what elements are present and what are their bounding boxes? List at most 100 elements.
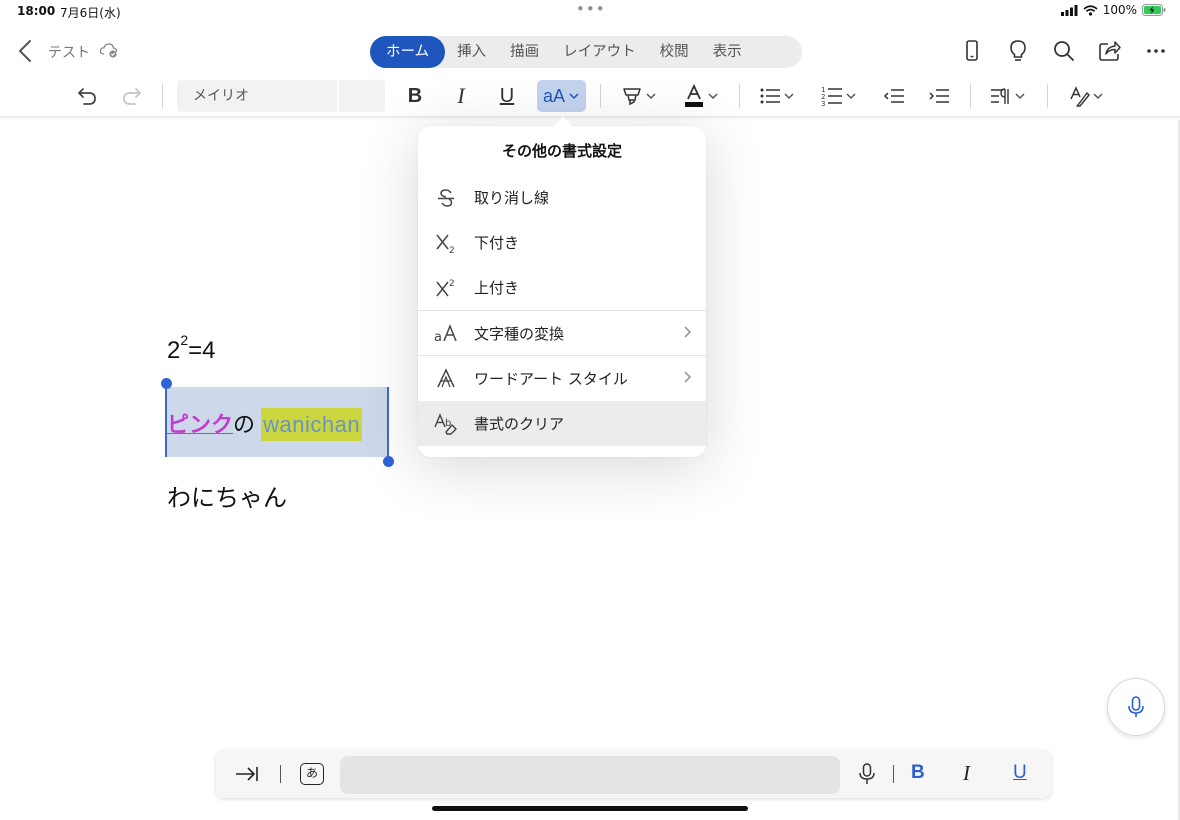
paragraph-text[interactable]: わにちゃん [167, 478, 287, 513]
chevron-right-icon [684, 326, 692, 338]
bullets-button[interactable] [756, 79, 798, 113]
menu-item-label: 書式のクリア [474, 415, 565, 433]
ime-toggle-button[interactable]: あ [300, 763, 324, 785]
highlight-color-button[interactable] [618, 79, 660, 113]
underline-button[interactable]: U [492, 79, 522, 113]
tab-layout[interactable]: レイアウト [551, 36, 648, 68]
search-icon[interactable] [1051, 38, 1077, 64]
selection-end-handle[interactable] [383, 456, 394, 467]
redo-button[interactable] [117, 79, 147, 113]
lightbulb-icon[interactable] [1005, 38, 1031, 64]
pink-text-run: ピンク [167, 412, 234, 437]
cloud-saved-icon[interactable] [99, 41, 119, 59]
bold-icon: B [407, 84, 423, 107]
dictation-button[interactable] [858, 763, 876, 789]
microphone-icon [859, 763, 875, 784]
tab-view[interactable]: 表示 [701, 36, 754, 68]
underline-shortcut-button[interactable]: U [1013, 762, 1027, 784]
more-formatting-button[interactable]: aA [537, 80, 586, 112]
chevron-down-icon [846, 93, 856, 100]
font-color-button[interactable] [680, 79, 722, 113]
more-formatting-popover: その他の書式設定 取り消し線 2 下付き 2 上付き a 文字種の変換 ワードア… [418, 126, 706, 457]
paragraph-selected[interactable]: ピンクの wanichan [167, 407, 363, 441]
ribbon-divider [739, 84, 740, 108]
tab-draw[interactable]: 描画 [498, 36, 551, 68]
tab-insert[interactable]: 挿入 [445, 36, 498, 68]
decrease-indent-button[interactable] [879, 79, 909, 113]
status-right: 100% [1060, 3, 1166, 17]
menu-item-label: 下付き [474, 234, 520, 252]
svg-text:3: 3 [821, 100, 825, 107]
ribbon-divider [600, 84, 601, 108]
multitasking-dots-icon[interactable]: ••• [576, 0, 606, 18]
microphone-icon [1128, 696, 1144, 717]
numbered-list-icon: 123 [821, 86, 842, 107]
font-name-field[interactable]: メイリオ [177, 80, 337, 112]
styles-button[interactable] [1065, 79, 1107, 113]
undo-icon [78, 88, 96, 105]
font-size-field[interactable] [339, 80, 385, 112]
chevron-down-icon [1093, 93, 1103, 100]
menu-item-label: ワードアート スタイル [474, 370, 628, 388]
menu-item-label: 文字種の変換 [474, 325, 565, 343]
bold-shortcut-button[interactable]: B [911, 762, 925, 784]
share-icon[interactable] [1097, 38, 1123, 64]
selection-start-handle[interactable] [161, 378, 172, 389]
status-bar: 18:00 7月6日(水) ••• 100% [0, 0, 1180, 24]
paragraph-format-button[interactable] [987, 79, 1029, 113]
undo-button[interactable] [72, 79, 102, 113]
chevron-down-icon [569, 93, 579, 100]
menu-item-wordart-style[interactable]: ワードアート スタイル [418, 356, 706, 401]
menu-item-strikethrough[interactable]: 取り消し線 [418, 175, 706, 220]
chevron-right-icon [684, 371, 692, 383]
tab-home[interactable]: ホーム [370, 36, 446, 68]
numbering-button[interactable]: 123 [818, 79, 860, 113]
italic-button[interactable]: I [446, 79, 476, 113]
menu-item-superscript[interactable]: 2 上付き [418, 265, 706, 310]
signal-icon [1060, 4, 1078, 16]
decrease-indent-icon [883, 89, 904, 103]
menu-item-label: 上付き [474, 279, 520, 297]
bold-button[interactable]: B [400, 79, 430, 113]
back-chevron-icon[interactable] [14, 38, 38, 64]
ribbon-tabs: ホーム 挿入 描画 レイアウト 校閲 表示 [370, 36, 802, 68]
chevron-down-icon [1015, 93, 1025, 100]
italic-icon: I [457, 83, 465, 108]
svg-text:2: 2 [449, 246, 455, 254]
home-indicator[interactable] [432, 806, 748, 811]
wordart-icon [437, 367, 455, 387]
battery-percent: 100% [1102, 3, 1137, 17]
menu-item-change-case[interactable]: a 文字種の変換 [418, 311, 706, 356]
svg-text:a: a [434, 330, 442, 345]
input-field[interactable] [340, 756, 840, 794]
tab-key-button[interactable] [234, 762, 260, 790]
keyboard-shortcut-bar: あ B I U [216, 750, 1051, 798]
paragraph-equation[interactable]: 22=4 [167, 332, 216, 365]
styles-icon [1070, 86, 1090, 107]
bar-divider [280, 765, 281, 783]
menu-item-subscript[interactable]: 2 下付き [418, 220, 706, 265]
increase-indent-button[interactable] [924, 79, 954, 113]
subscript-icon: 2 [436, 234, 455, 254]
paragraph-icon [991, 88, 1009, 104]
chevron-down-icon [784, 93, 794, 100]
status-date: 7月6日(水) [60, 6, 121, 20]
plain-text-run: の [233, 412, 256, 437]
clear-format-icon: b [434, 412, 457, 435]
ribbon-divider [970, 84, 971, 108]
tab-review[interactable]: 校閲 [648, 36, 701, 68]
more-options-icon[interactable] [1143, 38, 1169, 64]
menu-item-clear-formatting[interactable]: b 書式のクリア [418, 401, 706, 446]
strikethrough-icon [438, 188, 454, 207]
text-effects-icon: aA [542, 85, 566, 106]
app-header: テスト ホーム 挿入 描画 レイアウト 校閲 表示 [0, 28, 1180, 74]
mobile-view-icon[interactable] [959, 38, 985, 64]
document-title[interactable]: テスト [48, 42, 90, 62]
increase-indent-icon [929, 89, 949, 103]
chevron-down-icon [646, 93, 656, 100]
dictate-button[interactable] [1107, 678, 1165, 736]
ribbon-toolbar: メイリオ B I U aA 123 [0, 76, 1180, 116]
menu-item-label: 取り消し線 [474, 189, 550, 207]
svg-text:2: 2 [449, 279, 455, 289]
italic-shortcut-button[interactable]: I [963, 761, 970, 786]
